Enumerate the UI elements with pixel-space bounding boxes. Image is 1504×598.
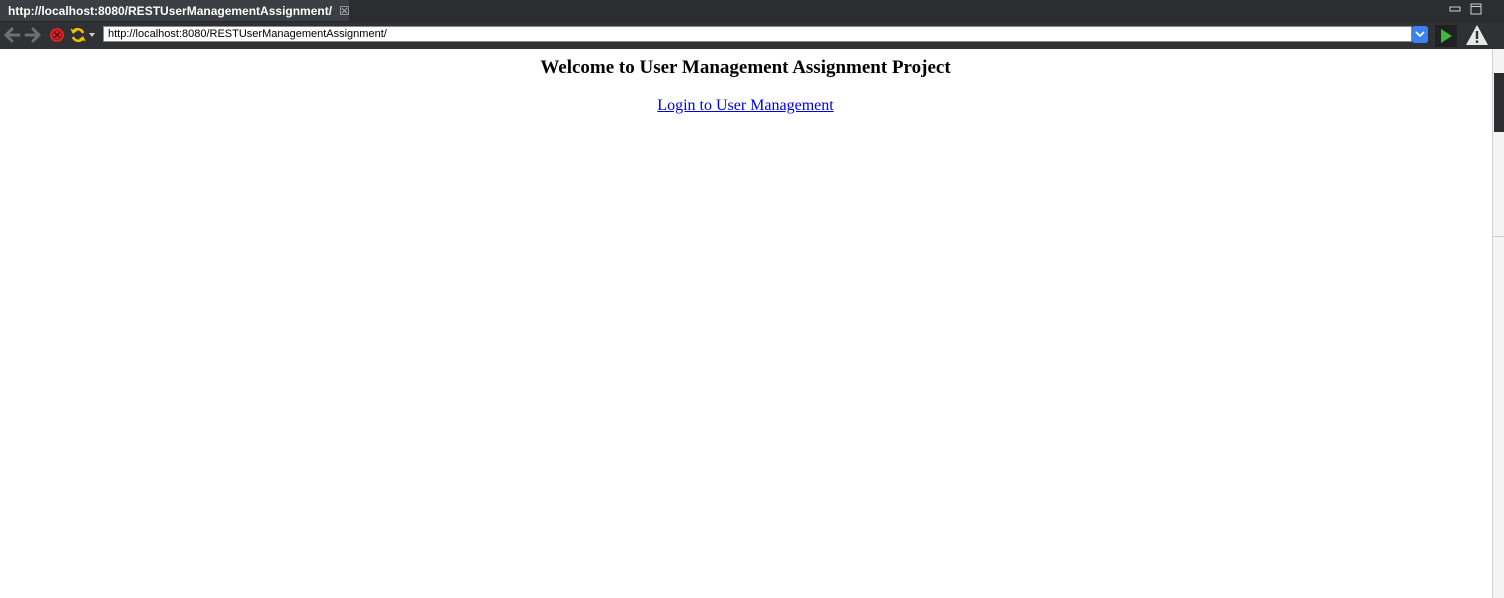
browser-tab[interactable]: http://localhost:8080/RESTUserManagement… bbox=[0, 0, 350, 21]
maximize-icon[interactable] bbox=[1470, 3, 1482, 15]
stop-icon[interactable] bbox=[48, 26, 66, 44]
page-content: Welcome to User Management Assignment Pr… bbox=[0, 49, 1491, 598]
play-icon bbox=[1441, 29, 1452, 43]
side-scroll-handle[interactable] bbox=[1494, 73, 1504, 132]
chevron-down-icon[interactable] bbox=[89, 33, 95, 37]
page-heading: Welcome to User Management Assignment Pr… bbox=[540, 57, 951, 78]
login-link-container: Login to User Management bbox=[0, 97, 1491, 115]
address-bar[interactable]: http://localhost:8080/RESTUserManagement… bbox=[103, 26, 1412, 42]
tab-bar: http://localhost:8080/RESTUserManagement… bbox=[0, 0, 1504, 21]
arrow-right-icon[interactable] bbox=[24, 26, 42, 44]
go-button[interactable] bbox=[1435, 25, 1457, 47]
side-divider bbox=[1494, 236, 1504, 237]
login-link[interactable]: Login to User Management bbox=[657, 97, 833, 114]
tab-title: http://localhost:8080/RESTUserManagement… bbox=[8, 3, 333, 18]
browser-toolbar: http://localhost:8080/RESTUserManagement… bbox=[0, 21, 1504, 49]
warning-icon[interactable] bbox=[1465, 24, 1489, 46]
address-text: http://localhost:8080/RESTUserManagement… bbox=[108, 28, 387, 40]
minimize-icon[interactable] bbox=[1449, 3, 1461, 15]
refresh-icon[interactable] bbox=[69, 26, 87, 44]
close-icon[interactable]: ☒ bbox=[339, 5, 350, 17]
arrow-left-icon[interactable] bbox=[3, 26, 21, 44]
address-dropdown-icon[interactable] bbox=[1412, 26, 1428, 43]
